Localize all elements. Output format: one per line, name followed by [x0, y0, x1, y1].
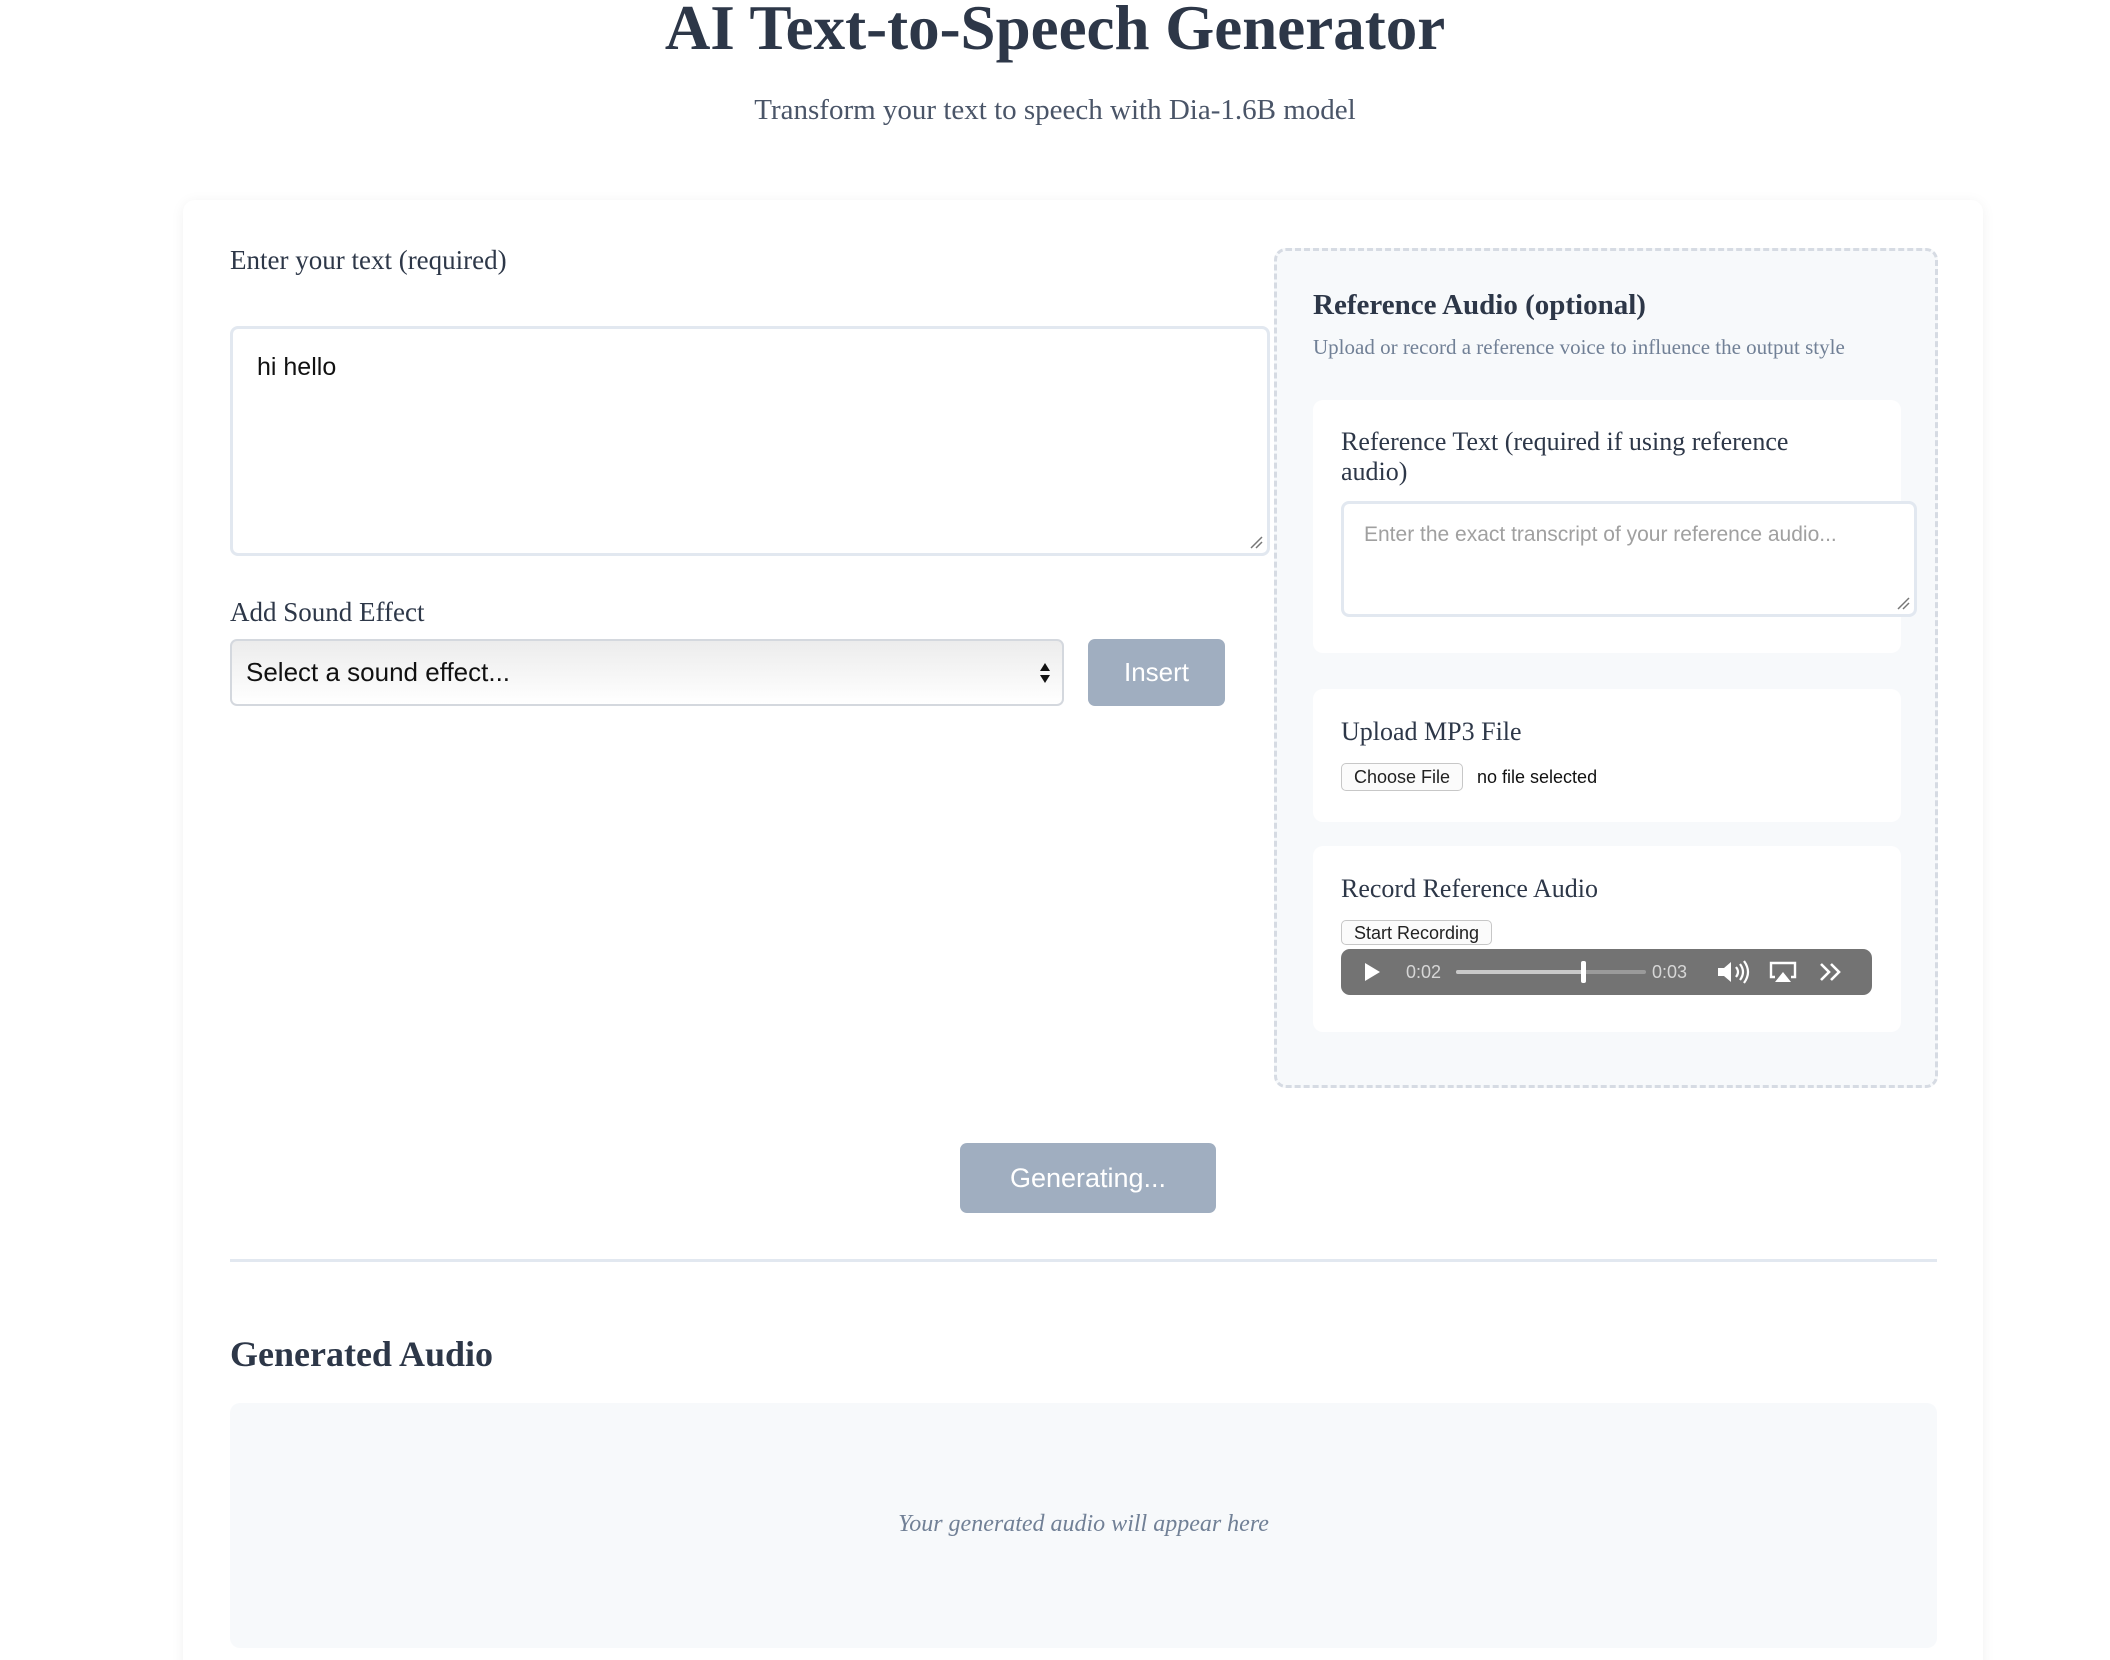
page-title: AI Text-to-Speech Generator — [664, 0, 1446, 63]
audio-player: 0:02 0:03 — [1341, 949, 1872, 995]
generate-button[interactable]: Generating... — [960, 1143, 1216, 1213]
main-card: Enter your text (required) hi hello Add … — [183, 200, 1983, 1660]
page: AI Text-to-Speech Generator Transform yo… — [0, 0, 2110, 1660]
upload-label: Upload MP3 File — [1341, 717, 1522, 746]
generated-audio-area: Your generated audio will appear here — [230, 1403, 1937, 1648]
record-card: Record Reference Audio Start Recording 0… — [1313, 846, 1901, 1032]
audio-duration: 0:03 — [1652, 962, 1688, 982]
audio-current-time: 0:02 — [1406, 962, 1442, 982]
airplay-icon[interactable] — [1768, 960, 1798, 984]
volume-icon[interactable] — [1716, 960, 1752, 984]
generated-audio-placeholder: Your generated audio will appear here — [898, 1511, 1269, 1537]
play-icon[interactable] — [1363, 962, 1381, 982]
section-divider — [230, 1259, 1937, 1262]
record-label: Record Reference Audio — [1341, 874, 1599, 903]
text-input[interactable]: hi hello — [230, 326, 1270, 556]
audio-seek-bar[interactable] — [1456, 961, 1646, 983]
playback-speed-icon[interactable] — [1818, 961, 1844, 983]
text-input-label: Enter your text (required) — [230, 245, 507, 275]
upload-card: Upload MP3 File Choose File no file sele… — [1313, 689, 1901, 822]
insert-button[interactable]: Insert — [1088, 639, 1225, 706]
reference-text-label: Reference Text (required if using refere… — [1341, 427, 1789, 486]
reference-audio-description: Upload or record a reference voice to in… — [1313, 335, 1845, 359]
reference-text-input[interactable]: Enter the exact transcript of your refer… — [1341, 501, 1917, 617]
choose-file-button[interactable]: Choose File — [1341, 763, 1464, 791]
text-input-value: hi hello — [257, 353, 337, 381]
audio-seek-thumb[interactable] — [1581, 961, 1587, 983]
sound-effect-selected-value: Select a sound effect... — [246, 657, 511, 687]
resize-grip-icon[interactable] — [1896, 596, 1910, 610]
page-subtitle: Transform your text to speech with Dia-1… — [754, 94, 1356, 126]
reference-audio-title: Reference Audio (optional) — [1313, 289, 1646, 321]
sound-effect-select[interactable]: Select a sound effect... — [230, 639, 1064, 706]
select-arrows-icon — [1040, 663, 1050, 683]
file-status-text: no file selected — [1477, 767, 1598, 787]
sound-effect-label: Add Sound Effect — [230, 597, 425, 627]
resize-grip-icon[interactable] — [1249, 535, 1263, 549]
start-recording-button[interactable]: Start Recording — [1341, 920, 1493, 945]
reference-audio-panel: Reference Audio (optional) Upload or rec… — [1274, 248, 1938, 1088]
reference-text-placeholder: Enter the exact transcript of your refer… — [1364, 523, 1837, 546]
generated-audio-title: Generated Audio — [230, 1334, 494, 1374]
audio-seek-fill — [1456, 970, 1584, 974]
reference-text-card: Reference Text (required if using refere… — [1313, 400, 1917, 653]
